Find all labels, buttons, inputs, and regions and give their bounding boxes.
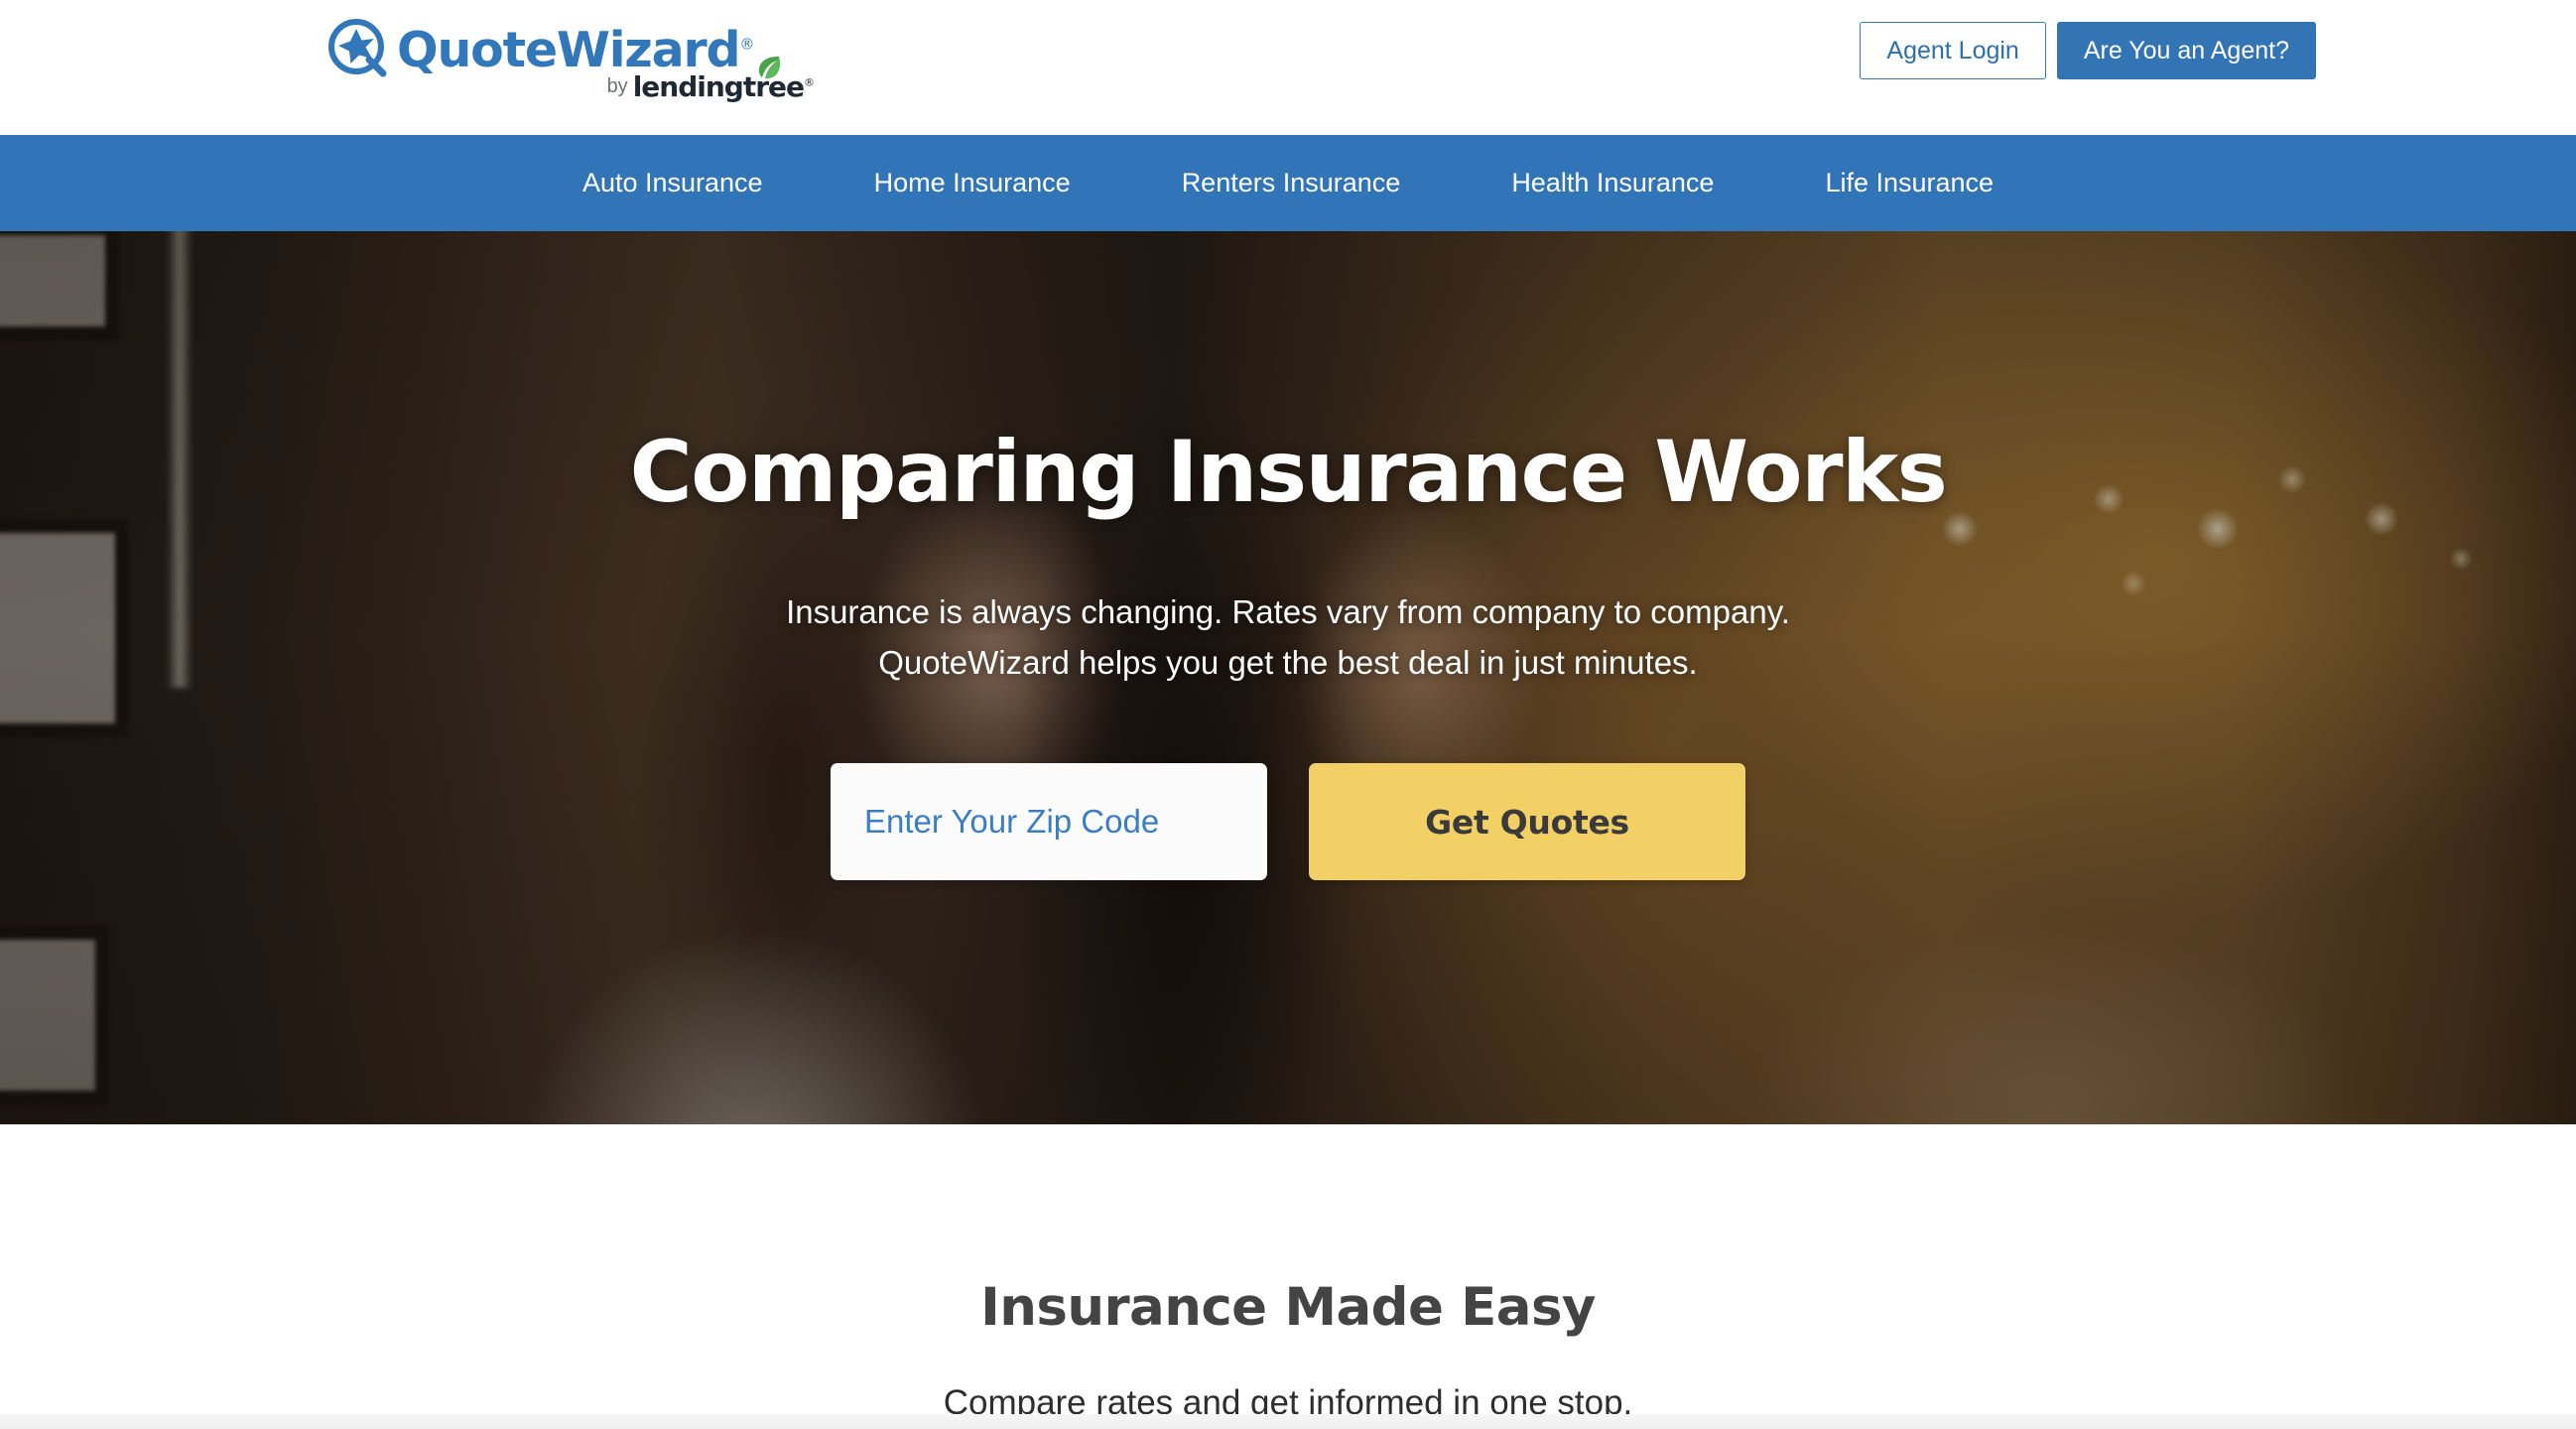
hero-subtitle: Insurance is always changing. Rates vary… — [786, 586, 1790, 688]
quotewizard-star-q-icon — [325, 16, 391, 81]
agent-login-button[interactable]: Agent Login — [1860, 22, 2046, 79]
hero-content: Comparing Insurance Works Insurance is a… — [0, 231, 2576, 1124]
nav-item-life-insurance[interactable]: Life Insurance — [1769, 135, 2049, 231]
hero-subtitle-line-2: QuoteWizard helps you get the best deal … — [878, 644, 1698, 682]
lendingtree-leaf-icon — [756, 54, 782, 79]
nav-items-container: Auto Insurance Home Insurance Renters In… — [0, 135, 2576, 231]
logo-parent-brand: by lendingtree® — [606, 57, 815, 101]
page-root: QuoteWizard® by lendingtree® Agent Login… — [0, 0, 2576, 1429]
insurance-made-easy-section: Insurance Made Easy Compare rates and ge… — [0, 1124, 2576, 1420]
section-heading: Insurance Made Easy — [980, 1277, 1596, 1338]
nav-item-auto-insurance[interactable]: Auto Insurance — [527, 135, 819, 231]
zip-quote-form: Get Quotes — [831, 763, 1745, 881]
hero-subtitle-line-1: Insurance is always changing. Rates vary… — [786, 593, 1790, 630]
nav-item-health-insurance[interactable]: Health Insurance — [1456, 135, 1769, 231]
logo-registered-mark: ® — [739, 35, 754, 54]
get-quotes-button[interactable]: Get Quotes — [1309, 763, 1745, 881]
site-header: QuoteWizard® by lendingtree® Agent Login… — [0, 0, 2576, 135]
page-bottom-band — [0, 1414, 2576, 1429]
are-you-an-agent-button[interactable]: Are You an Agent? — [2056, 22, 2316, 79]
zip-code-input[interactable] — [831, 763, 1267, 881]
nav-item-home-insurance[interactable]: Home Insurance — [819, 135, 1126, 231]
hero-headline: Comparing Insurance Works — [629, 423, 1948, 522]
header-actions: Agent Login Are You an Agent? — [1860, 22, 2316, 79]
site-logo[interactable]: QuoteWizard® by lendingtree® — [325, 16, 822, 115]
hero-banner: Comparing Insurance Works Insurance is a… — [0, 231, 2576, 1124]
logo-by-label: by — [606, 75, 628, 97]
nav-item-renters-insurance[interactable]: Renters Insurance — [1126, 135, 1457, 231]
primary-navigation: Auto Insurance Home Insurance Renters In… — [0, 135, 2576, 231]
logo-lendingtree-text: lendingtree® — [633, 57, 815, 101]
logo-parent-registered-mark: ® — [804, 75, 815, 89]
